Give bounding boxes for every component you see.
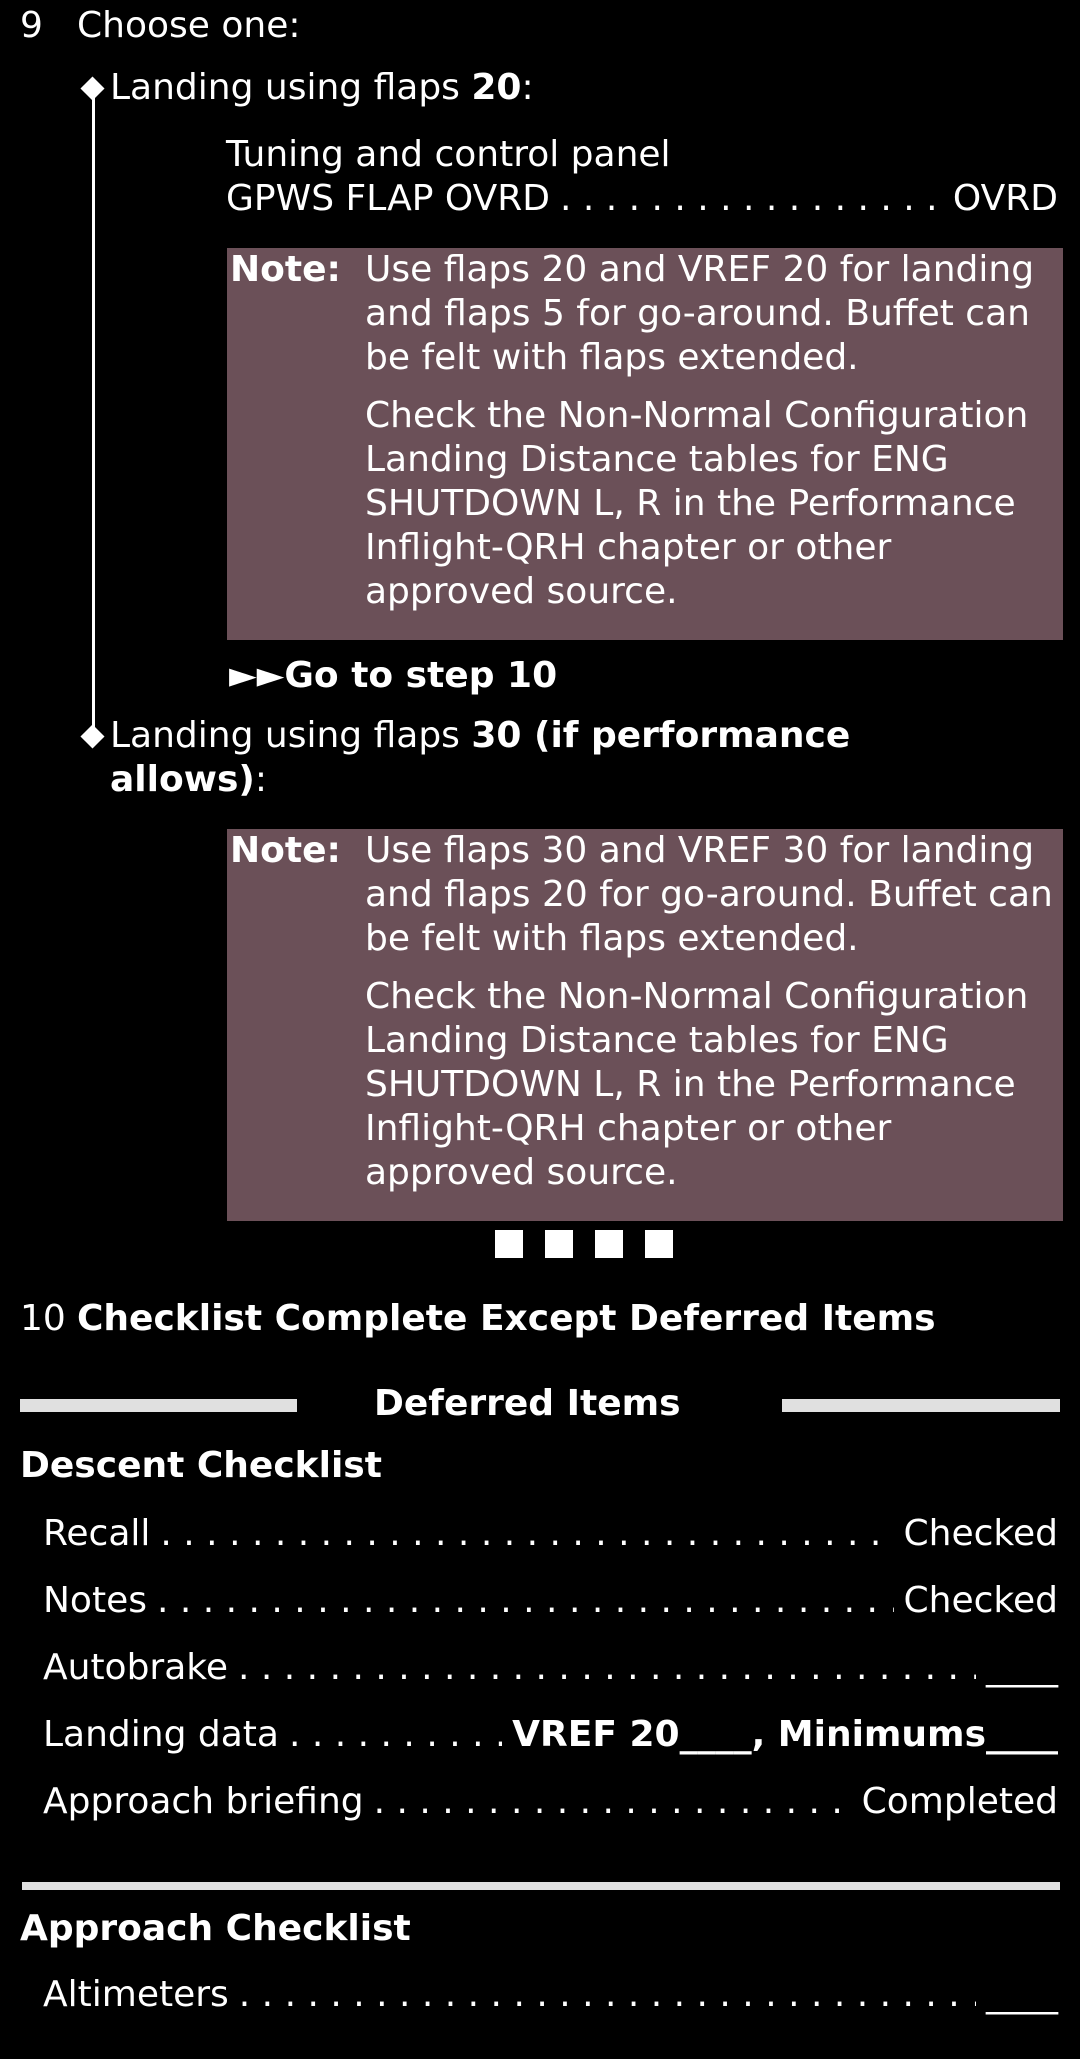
- item-value: ____: [986, 1974, 1058, 2015]
- option-connector-line: [92, 90, 95, 735]
- item-label: Altimeters: [43, 1974, 229, 2015]
- item-label: Autobrake: [43, 1647, 229, 1688]
- square-icon: [645, 1230, 673, 1258]
- step-9-title: Choose one:: [77, 5, 301, 46]
- divider-right: [782, 1399, 1060, 1412]
- approach-checklist-title: Approach Checklist: [20, 1908, 411, 1949]
- note-body: Use flaps 30 and VREF 30 for landing and…: [365, 829, 1055, 1195]
- item-value: OVRD: [952, 178, 1058, 219]
- item-value: Completed: [861, 1781, 1058, 1822]
- leader-dots: [160, 1512, 893, 1556]
- item-label: Recall: [43, 1513, 151, 1554]
- square-icon: [495, 1230, 523, 1258]
- panel-location: Tuning and control panel: [226, 134, 671, 175]
- checklist-row-autobrake: Autobrake ____: [43, 1646, 1058, 1690]
- gpws-flap-ovrd-row: GPWS FLAP OVRD OVRD: [226, 177, 1058, 221]
- diamond-bullet-icon: [80, 724, 105, 749]
- section-divider: [22, 1882, 1060, 1890]
- leader-dots: [374, 1780, 852, 1824]
- divider-left: [20, 1399, 297, 1412]
- end-of-procedure-markers: [495, 1230, 673, 1258]
- item-label: Notes: [43, 1580, 147, 1621]
- go-to-step-10: ►►Go to step 10: [229, 655, 558, 696]
- note-paragraph: Check the Non-Normal Configuration Landi…: [365, 395, 1029, 612]
- step-10-title: Checklist Complete Except Deferred Items: [77, 1298, 936, 1339]
- note-paragraph: Use flaps 20 and VREF 20 for landing and…: [365, 249, 1035, 378]
- step-9-number: 9: [20, 5, 43, 46]
- checklist-row-approach-briefing: Approach briefing Completed: [43, 1780, 1058, 1824]
- checklist-row-recall: Recall Checked: [43, 1512, 1058, 1556]
- note-box-flaps-20: Note: Use flaps 20 and VREF 20 for landi…: [227, 248, 1063, 640]
- item-label: Approach briefing: [43, 1781, 364, 1822]
- note-paragraph: Use flaps 30 and VREF 30 for landing and…: [365, 830, 1053, 959]
- note-label: Note:: [230, 249, 341, 290]
- leader-dots: [289, 1713, 502, 1757]
- leader-dots: [560, 177, 943, 221]
- arrow-right-icon: ►►: [229, 655, 285, 696]
- deferred-items-heading: Deferred Items: [374, 1383, 681, 1424]
- item-label: Landing data: [43, 1714, 279, 1755]
- note-body: Use flaps 20 and VREF 20 for landing and…: [365, 248, 1055, 614]
- option-1-label: Landing using flaps 20:: [110, 67, 534, 108]
- item-value: Checked: [903, 1513, 1058, 1554]
- item-label: GPWS FLAP OVRD: [226, 178, 550, 219]
- option-2-label-line2: allows):: [110, 759, 267, 800]
- square-icon: [595, 1230, 623, 1258]
- leader-dots: [157, 1579, 894, 1623]
- item-value: VREF 20____, Minimums____: [512, 1714, 1058, 1755]
- square-icon: [545, 1230, 573, 1258]
- item-value: ____: [986, 1647, 1058, 1688]
- step-10-number: 10: [20, 1298, 66, 1339]
- checklist-row-altimeters: Altimeters ____: [43, 1973, 1058, 2017]
- item-value: Checked: [903, 1580, 1058, 1621]
- note-label: Note:: [230, 830, 341, 871]
- option-2-label: Landing using flaps 30 (if performance: [110, 715, 851, 756]
- checklist-row-notes: Notes Checked: [43, 1579, 1058, 1623]
- note-box-flaps-30: Note: Use flaps 30 and VREF 30 for landi…: [227, 829, 1063, 1221]
- leader-dots: [238, 1646, 976, 1690]
- leader-dots: [239, 1973, 976, 2017]
- checklist-row-landing-data: Landing data VREF 20____, Minimums____: [43, 1713, 1058, 1757]
- descent-checklist-title: Descent Checklist: [20, 1445, 382, 1486]
- diamond-bullet-icon: [80, 76, 105, 101]
- note-paragraph: Check the Non-Normal Configuration Landi…: [365, 976, 1029, 1193]
